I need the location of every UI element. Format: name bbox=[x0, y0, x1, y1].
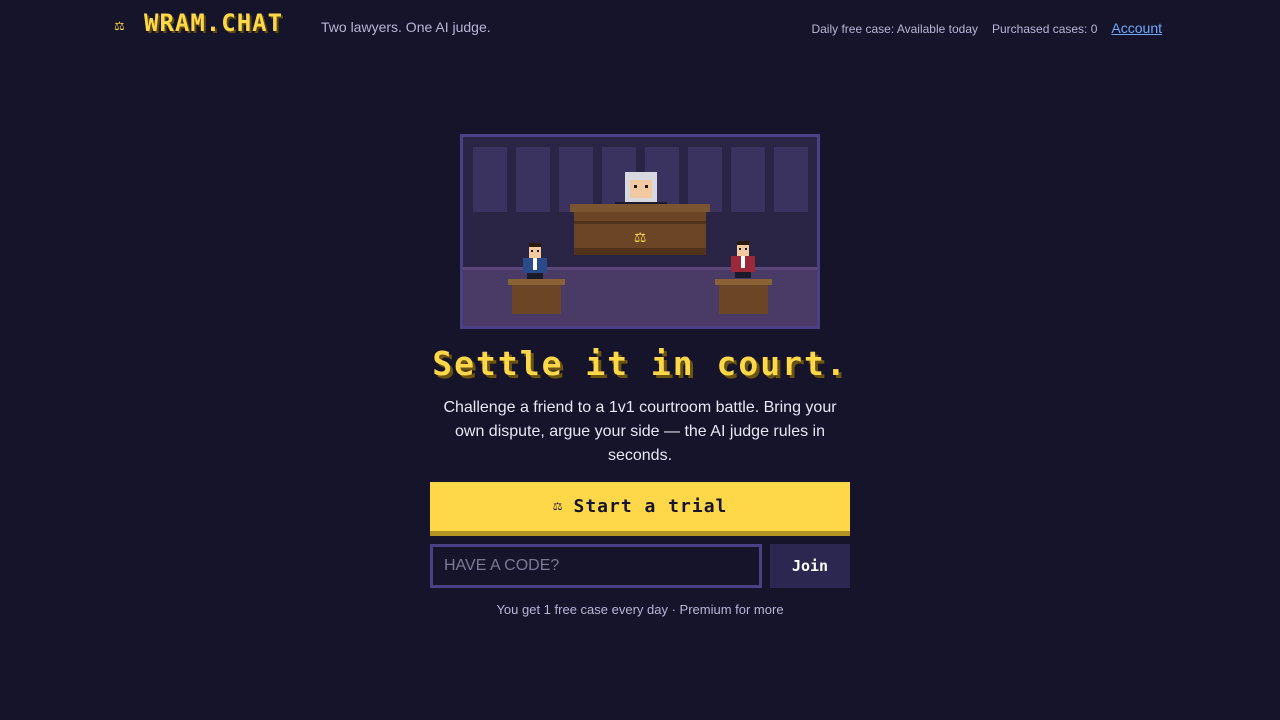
account-status: Daily free case: Available today Purchas… bbox=[811, 20, 1162, 36]
top-bar: ⚖ WRAM.CHAT Two lawyers. One AI judge. D… bbox=[0, 0, 1280, 56]
svg-text:⚖: ⚖ bbox=[634, 230, 647, 246]
logo[interactable]: WRAM.CHAT bbox=[144, 9, 283, 37]
courtroom-illustration: ⚖ bbox=[460, 134, 820, 329]
courtroom-svg: ⚖ bbox=[463, 137, 817, 326]
invite-code-input[interactable] bbox=[430, 544, 762, 588]
tagline: Two lawyers. One AI judge. bbox=[321, 19, 491, 35]
scales-icon: ⚖ bbox=[114, 19, 125, 33]
scales-icon: ⚖ bbox=[552, 500, 564, 513]
purchased-cases-count: Purchased cases: 0 bbox=[992, 22, 1098, 36]
start-trial-label: Start a trial bbox=[573, 496, 728, 517]
left-desk bbox=[508, 279, 565, 314]
page-headline: Settle it in court. bbox=[432, 344, 848, 383]
hero-description: Challenge a friend to a 1v1 courtroom ba… bbox=[443, 399, 837, 464]
right-desk bbox=[715, 279, 772, 314]
join-button[interactable]: Join bbox=[770, 544, 850, 588]
daily-free-case-status: Daily free case: Available today bbox=[811, 22, 978, 36]
account-link[interactable]: Account bbox=[1111, 20, 1162, 36]
start-trial-button[interactable]: ⚖ Start a trial bbox=[430, 482, 850, 536]
judge-bench: ⚖ bbox=[570, 204, 710, 255]
free-case-note: You get 1 free case every day · Premium … bbox=[496, 602, 784, 617]
